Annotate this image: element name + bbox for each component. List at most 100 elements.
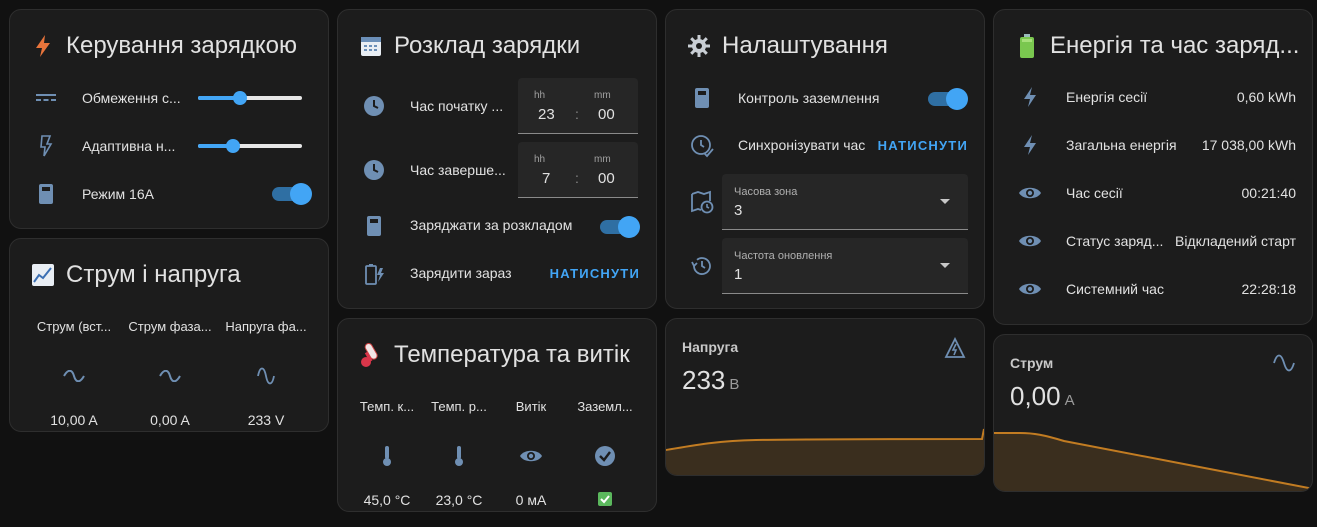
map-clock-icon xyxy=(690,190,714,214)
temp-relay-column: Темп. р... 23,0 °C xyxy=(426,399,492,508)
column-header: Витік xyxy=(515,399,547,414)
current-set-column: Струм (вст... 10,00 A xyxy=(28,319,120,428)
chevron-down-icon[interactable] xyxy=(940,199,950,204)
timezone-caption: Часова зона xyxy=(734,186,798,198)
adaptive-slider[interactable] xyxy=(198,139,302,153)
eye-icon xyxy=(498,444,564,468)
column-value: 23,0 °C xyxy=(435,492,483,508)
ev-station-icon xyxy=(362,214,386,238)
card-title-text: Температура та витік xyxy=(394,341,630,368)
ground-column: Заземл... xyxy=(570,399,640,506)
chevron-down-icon[interactable] xyxy=(940,263,950,268)
card-title-text: Струм і напруга xyxy=(66,261,241,288)
mode-16a-label: Режим 16А xyxy=(82,186,154,202)
sync-time-label: Синхронізувати час xyxy=(738,137,866,153)
voltage-history-graph xyxy=(666,428,984,475)
column-header: Темп. к... xyxy=(359,399,415,414)
row-label: Статус заряд... xyxy=(1066,233,1164,249)
flash-icon xyxy=(1018,133,1042,157)
lightning-icon xyxy=(30,33,56,59)
voltage-sensor-card[interactable]: Напруга 233 В xyxy=(665,318,985,476)
sensor-name: Струм xyxy=(1010,355,1054,371)
column-header: Напруга фа... xyxy=(225,319,307,334)
end-hour[interactable]: 7 xyxy=(542,170,550,187)
sine-wave-icon xyxy=(1272,353,1296,378)
sensor-value: 0,00 A xyxy=(1010,381,1075,411)
card-title-text: Керування зарядкою xyxy=(66,32,297,59)
current-limit-label: Обмеження с... xyxy=(82,90,181,106)
row-value: 17 038,00 kWh xyxy=(1201,137,1296,153)
start-time-input[interactable]: hh mm 23 : 00 xyxy=(518,78,638,134)
adaptive-label: Адаптивна н... xyxy=(82,138,176,154)
history-icon xyxy=(690,254,714,278)
current-phase-column: Струм фаза... 0,00 A xyxy=(124,319,216,428)
energy-row-session: Енергія сесії 0,60 kWh xyxy=(994,77,1312,117)
ground-control-toggle[interactable] xyxy=(928,88,968,110)
battery-emoji-icon xyxy=(1014,33,1040,59)
row-value: 00:21:40 xyxy=(1241,185,1297,201)
flash-outline-icon xyxy=(34,134,58,158)
column-header: Струм фаза... xyxy=(128,319,212,334)
row-label: Час сесії xyxy=(1066,185,1123,201)
card-title-text: Енергія та час заряд... xyxy=(1050,32,1300,59)
battery-charging-icon xyxy=(362,262,386,286)
ev-station-icon xyxy=(34,182,58,206)
thermometer-icon xyxy=(354,444,420,468)
column-header: Заземл... xyxy=(577,399,633,414)
card-title: Розклад зарядки xyxy=(358,32,580,60)
end-minute[interactable]: 00 xyxy=(598,170,615,187)
energy-row-session-time: Час сесії 00:21:40 xyxy=(994,173,1312,213)
start-minute[interactable]: 00 xyxy=(598,106,615,123)
scheduled-label: Заряджати за розкладом xyxy=(410,217,573,233)
check-circle-icon xyxy=(570,444,640,468)
row-value: Відкладений старт xyxy=(1174,233,1296,249)
card-title: Струм і напруга xyxy=(30,261,241,289)
mode-16a-toggle[interactable] xyxy=(272,183,312,205)
thermometer-icon xyxy=(426,444,492,468)
ev-station-icon xyxy=(690,86,714,110)
energy-row-total: Загальна енергія 17 038,00 kWh xyxy=(994,125,1312,165)
sensor-name: Напруга xyxy=(682,339,739,355)
refresh-caption: Частота оновлення xyxy=(734,250,833,262)
gear-icon xyxy=(686,33,712,59)
refresh-value: 1 xyxy=(734,266,743,283)
sine-wave-icon xyxy=(28,364,120,388)
current-dc-icon xyxy=(34,86,58,110)
temp-charger-column: Темп. к... 45,0 °C xyxy=(354,399,420,508)
clock-check-icon xyxy=(690,134,714,158)
start-time-label: Час початку ... xyxy=(410,98,504,114)
charge-now-button[interactable]: НАТИСНУТИ xyxy=(550,266,640,281)
flash-icon xyxy=(1018,85,1042,109)
green-check-icon xyxy=(570,492,640,506)
column-value: 0,00 A xyxy=(150,412,190,428)
charge-control-card: Керування зарядкою Обмеження с... Адапти… xyxy=(9,9,329,229)
clock-icon xyxy=(362,158,386,182)
energy-row-status: Статус заряд... Відкладений старт xyxy=(994,221,1312,261)
transmission-tower-icon xyxy=(944,336,966,364)
chart-icon xyxy=(30,262,56,288)
start-hour[interactable]: 23 xyxy=(538,106,555,123)
row-label: Загальна енергія xyxy=(1066,137,1177,153)
eye-icon xyxy=(1018,277,1042,301)
scheduled-toggle[interactable] xyxy=(600,216,640,238)
card-title: Керування зарядкою xyxy=(30,32,297,60)
end-time-label: Час заверше... xyxy=(410,162,506,178)
energy-row-system-time: Системний час 22:28:18 xyxy=(994,269,1312,309)
calendar-icon xyxy=(358,33,384,59)
sine-wave-icon xyxy=(220,364,312,388)
settings-card: Налаштування Контроль заземлення Синхрон… xyxy=(665,9,985,309)
refresh-rate-select[interactable]: Частота оновлення 1 xyxy=(722,238,968,294)
voltage-phase-column: Напруга фа... 233 V xyxy=(220,319,312,428)
schedule-card: Розклад зарядки Час початку ... hh mm 23… xyxy=(337,9,657,309)
row-adaptive: Адаптивна н... xyxy=(10,126,328,166)
row-current-limit: Обмеження с... xyxy=(10,78,328,118)
card-title: Налаштування xyxy=(686,32,888,60)
sync-time-button[interactable]: НАТИСНУТИ xyxy=(878,138,968,153)
column-value: 233 V xyxy=(247,412,285,428)
timezone-select[interactable]: Часова зона 3 xyxy=(722,174,968,230)
current-sensor-card[interactable]: Струм 0,00 A xyxy=(993,334,1313,492)
end-time-input[interactable]: hh mm 7 : 00 xyxy=(518,142,638,198)
card-title-text: Налаштування xyxy=(722,32,888,59)
current-history-graph xyxy=(994,432,1312,491)
current-limit-slider[interactable] xyxy=(198,91,302,105)
